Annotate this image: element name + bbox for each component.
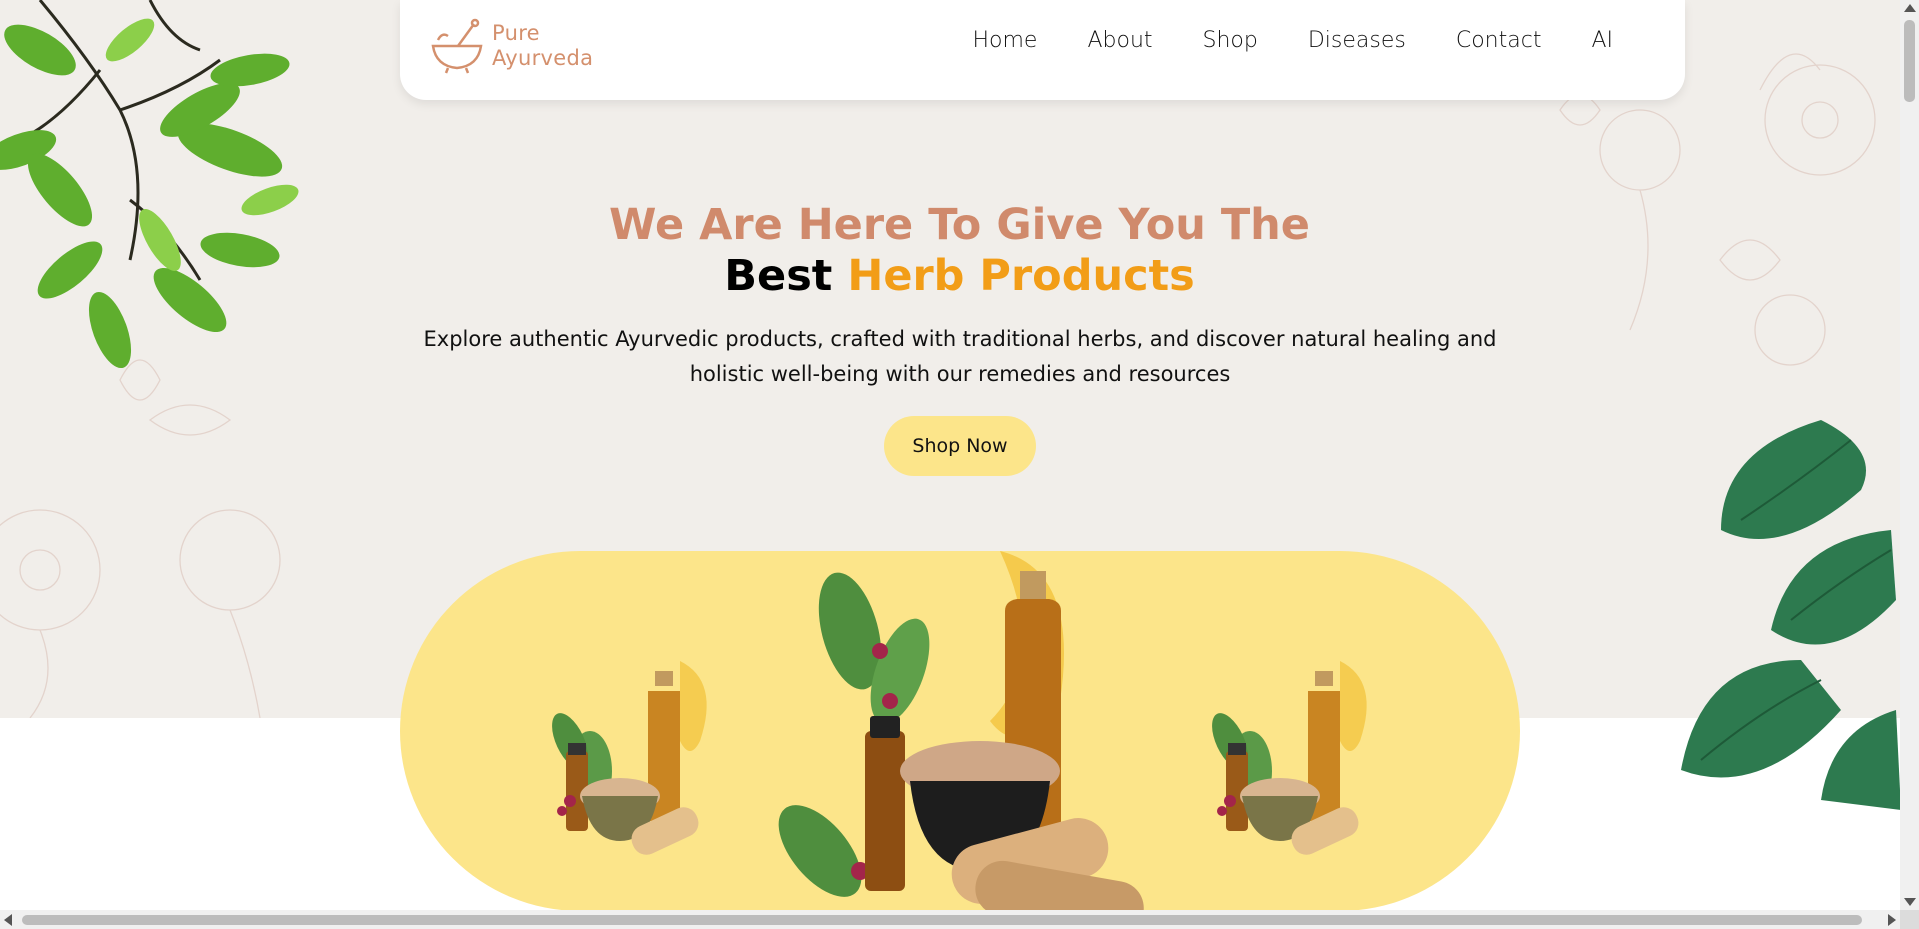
horizontal-scrollbar[interactable] [0,910,1900,929]
nav-shop[interactable]: Shop [1203,28,1258,53]
product-banner [400,551,1520,911]
scrollbar-corner [1900,910,1919,929]
vertical-scrollbar[interactable] [1900,0,1919,929]
horizontal-scroll-thumb[interactable] [22,915,1862,925]
brand-logo[interactable]: Pure Ayurveda [428,18,593,74]
vertical-scroll-thumb[interactable] [1904,20,1915,102]
hero-description: Explore authentic Ayurvedic products, cr… [423,327,1497,386]
headline-highlight: Herb Products [847,251,1195,301]
scroll-up-icon[interactable] [1904,4,1916,12]
shop-now-button[interactable]: Shop Now [884,416,1036,476]
headline-line1: We Are Here To Give You The [609,200,1310,250]
hero-headline: We Are Here To Give You The Best Herb Pr… [0,200,1919,302]
nav-home[interactable]: Home [973,28,1038,53]
scroll-right-icon[interactable] [1888,914,1896,926]
headline-best: Best [724,251,833,301]
monstera-leaves-image [1681,420,1901,810]
scroll-down-icon[interactable] [1904,898,1916,906]
brand-name: Pure Ayurveda [492,21,593,71]
herbal-products-image [552,551,1367,911]
nav-contact[interactable]: Contact [1456,28,1542,53]
navbar: Pure Ayurveda Home About Shop Diseases C… [400,0,1685,100]
brand-name-line1: Pure [492,21,540,45]
scroll-left-icon[interactable] [4,914,12,926]
nav-diseases[interactable]: Diseases [1308,28,1406,53]
nav-links: Home About Shop Diseases Contact AI [923,28,1614,53]
mortar-pestle-icon [431,18,483,74]
nav-about[interactable]: About [1087,28,1152,53]
brand-name-line2: Ayurveda [492,46,594,70]
leafy-branch-image [0,0,299,369]
nav-ai[interactable]: AI [1591,28,1613,53]
